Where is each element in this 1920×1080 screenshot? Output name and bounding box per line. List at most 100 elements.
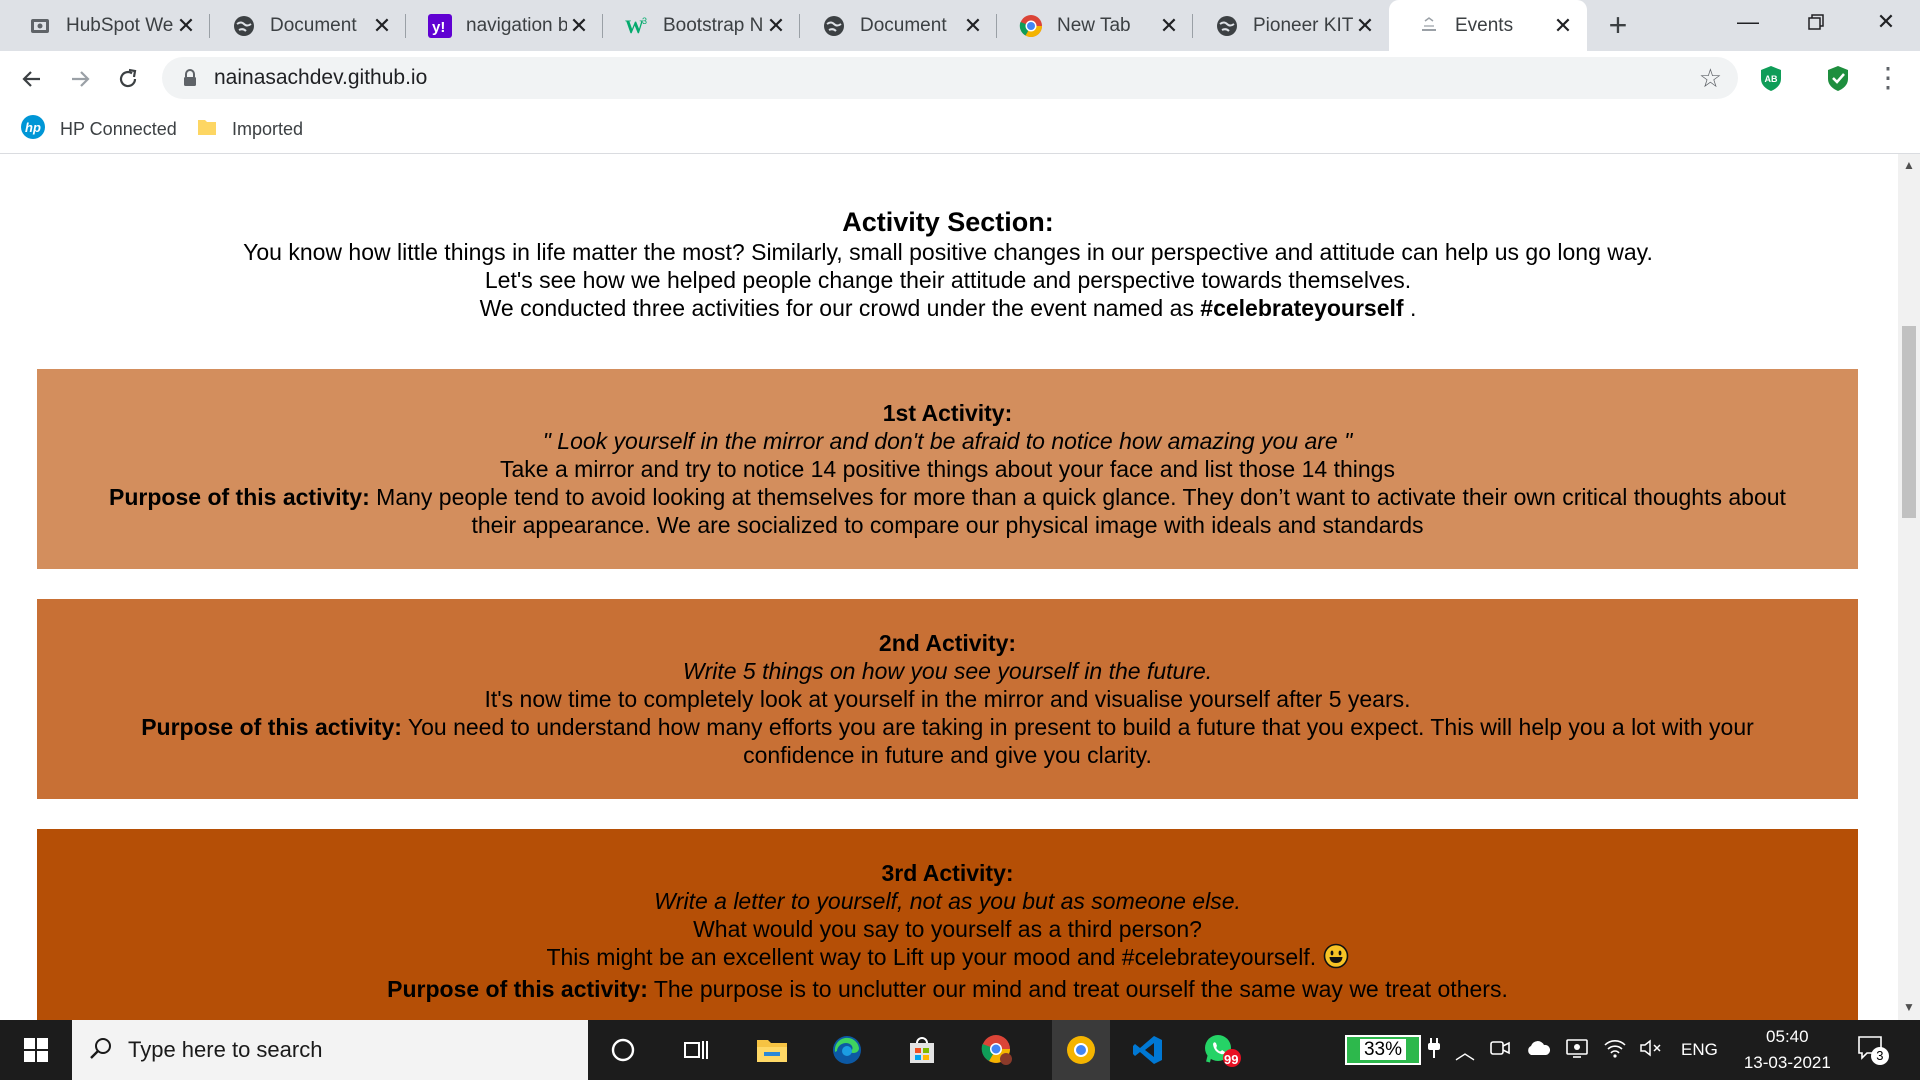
globe-icon (822, 14, 846, 38)
activity-title: 1st Activity: (882, 400, 1013, 426)
tab-navigation[interactable]: y! navigation b ✕ (400, 0, 603, 51)
activity-title: 2nd Activity: (878, 630, 1017, 656)
clock[interactable]: 05:40 13-03-2021 (1744, 1024, 1831, 1076)
tab-hubspot[interactable]: HubSpot We ✕ (0, 0, 210, 51)
tab-title: Events (1455, 14, 1514, 36)
purpose-text: You need to understand how many efforts … (407, 714, 1754, 768)
reload-button[interactable] (108, 59, 148, 99)
purpose-text: The purpose is to unclutter our mind and… (653, 976, 1508, 1002)
chevron-up-icon[interactable]: ︿ (1455, 1036, 1475, 1065)
battery-percent: 33% (1359, 1039, 1407, 1060)
tab-document-1[interactable]: Document ✕ (204, 0, 406, 51)
battery-indicator[interactable]: 33% (1345, 1035, 1421, 1065)
activity-card-3: 3rd Activity: Write a letter to yourself… (37, 829, 1858, 1020)
close-icon[interactable]: ✕ (567, 13, 591, 38)
scroll-thumb[interactable] (1902, 326, 1916, 518)
globe-icon (1215, 14, 1239, 38)
svg-text:AB: AB (1765, 74, 1778, 84)
svg-text:hp: hp (25, 120, 41, 135)
activity-card-2: 2nd Activity: Write 5 things on how you … (37, 599, 1858, 799)
notifications-icon[interactable]: 3 (1857, 1035, 1889, 1066)
close-icon[interactable]: ✕ (1353, 13, 1377, 38)
minimize-button[interactable]: — (1714, 0, 1782, 44)
page-viewport: Activity Section: You know how little th… (0, 154, 1898, 1020)
purpose-text: Many people tend to avoid looking at the… (376, 484, 1786, 538)
edge-icon[interactable] (827, 1030, 867, 1070)
display-icon[interactable] (1565, 1037, 1589, 1064)
close-icon[interactable]: ✕ (1157, 13, 1181, 38)
vscode-icon[interactable] (1128, 1030, 1168, 1070)
bookmarks-bar: hp HP Connected Imported (0, 105, 1920, 154)
activity-task: What would you say to yourself as a thir… (693, 916, 1202, 942)
onedrive-icon[interactable] (1525, 1039, 1551, 1062)
tab-document-2[interactable]: Document ✕ (794, 0, 997, 51)
back-button[interactable] (12, 59, 52, 99)
adblock-extension-icon[interactable]: AB (1757, 64, 1785, 92)
file-explorer-icon[interactable] (752, 1030, 792, 1070)
section-heading: Activity Section: (842, 207, 1054, 237)
close-icon[interactable]: ✕ (764, 13, 788, 38)
hp-icon: hp (20, 114, 46, 145)
purpose-label: Purpose of this activity: (387, 976, 648, 1002)
purpose-label: Purpose of this activity: (141, 714, 402, 740)
activity-task: Take a mirror and try to notice 14 posit… (500, 456, 1395, 482)
tab-events[interactable]: Events ✕ (1389, 0, 1587, 51)
meet-now-icon[interactable] (1489, 1037, 1511, 1064)
restore-button[interactable] (1782, 0, 1850, 44)
whatsapp-badge: 99 (1224, 1052, 1239, 1067)
w3schools-icon: W3 (625, 14, 649, 38)
store-icon[interactable] (902, 1030, 942, 1070)
chrome-profile-icon[interactable] (977, 1030, 1017, 1070)
address-bar[interactable]: ☆ (162, 57, 1738, 99)
windows-start-icon[interactable] (16, 1030, 56, 1070)
wifi-icon[interactable] (1603, 1038, 1627, 1063)
activity-quote: Write 5 things on how you see yourself i… (682, 658, 1213, 684)
intro-text: . (1409, 295, 1417, 321)
tab-title: New Tab (1057, 14, 1131, 36)
close-icon[interactable]: ✕ (174, 13, 198, 38)
close-icon[interactable]: ✕ (961, 13, 985, 38)
intro-line: You know how little things in life matte… (243, 239, 1653, 265)
taskbar-search-input[interactable] (126, 1036, 570, 1064)
bookmark-hp-connected[interactable]: hp HP Connected (20, 114, 177, 145)
scroll-down-arrow-icon[interactable]: ▼ (1898, 1000, 1920, 1014)
notification-count: 3 (1870, 1046, 1889, 1065)
task-view-icon[interactable] (676, 1030, 716, 1070)
tab-pioneer[interactable]: Pioneer KITC ✕ (1187, 0, 1389, 51)
language-indicator[interactable]: ENG (1681, 1040, 1718, 1060)
clock-date: 13-03-2021 (1743, 1053, 1831, 1072)
yahoo-icon: y! (428, 13, 452, 38)
close-icon[interactable]: ✕ (370, 13, 394, 38)
plug-icon (1427, 1037, 1441, 1064)
tab-title: Document (860, 14, 947, 36)
windows-taskbar: 99 33% ︿ ENG 05:40 13-03-2021 (0, 1020, 1920, 1080)
volume-muted-icon[interactable] (1639, 1038, 1663, 1063)
menu-kebab-icon[interactable]: ⋮ (1874, 61, 1902, 95)
close-icon[interactable]: ✕ (1551, 13, 1575, 38)
new-tab-button[interactable]: + (1600, 8, 1636, 44)
activity-quote: " Look yourself in the mirror and don't … (542, 428, 1353, 454)
scroll-up-arrow-icon[interactable]: ▲ (1898, 158, 1920, 172)
taskbar-search-box[interactable] (72, 1020, 588, 1080)
bookmark-star-icon[interactable]: ☆ (1699, 63, 1722, 94)
url-input[interactable] (214, 57, 1614, 99)
globe-icon (232, 14, 256, 38)
svg-text:y!: y! (432, 19, 445, 36)
tab-new-tab[interactable]: New Tab ✕ (991, 0, 1193, 51)
bookmark-imported[interactable]: Imported (196, 115, 303, 143)
tab-bootstrap[interactable]: W3 Bootstrap N ✕ (597, 0, 800, 51)
tab-title: Document (270, 14, 357, 36)
close-window-button[interactable]: ✕ (1852, 0, 1920, 44)
chrome-canary-icon[interactable] (1052, 1020, 1110, 1080)
tab-title: HubSpot We (66, 14, 174, 36)
hashtag: #celebrateyourself (1200, 295, 1404, 321)
whatsapp-icon[interactable]: 99 (1202, 1030, 1242, 1070)
purpose-label: Purpose of this activity: (109, 484, 370, 510)
cortana-icon[interactable] (603, 1030, 643, 1070)
search-icon (88, 1035, 114, 1066)
chrome-icon (1019, 14, 1043, 38)
shield-extension-icon[interactable] (1824, 64, 1852, 92)
intro-line: We conducted three activities for our cr… (0, 294, 1896, 322)
forward-button[interactable] (60, 59, 100, 99)
page-scrollbar[interactable]: ▲ ▼ (1898, 154, 1920, 1020)
